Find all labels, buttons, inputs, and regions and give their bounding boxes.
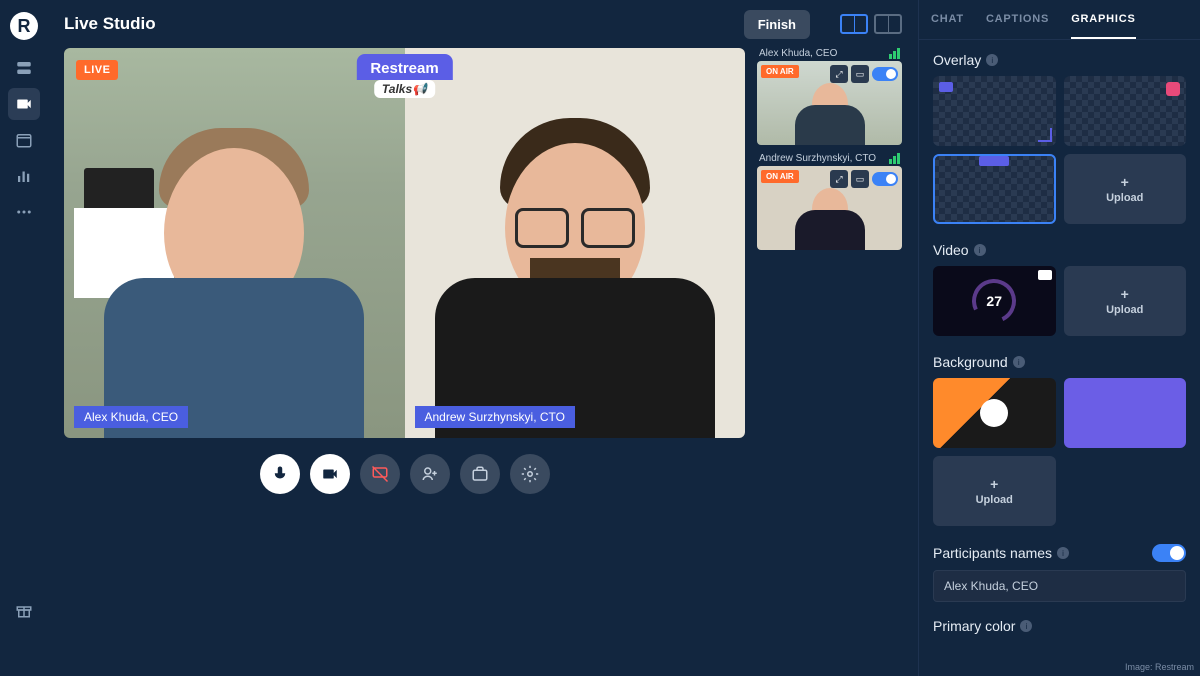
layout-split[interactable] xyxy=(840,14,868,34)
overlay-thumb-2[interactable] xyxy=(1064,76,1187,146)
video-count: 27 xyxy=(986,293,1002,309)
stage: LIVE Restream Talks📢 Alex Khuda, CEO And… xyxy=(64,48,745,438)
info-icon[interactable]: i xyxy=(1020,620,1032,632)
tab-chat[interactable]: CHAT xyxy=(931,0,964,39)
nav-gift[interactable] xyxy=(8,594,40,626)
camera-button[interactable] xyxy=(310,454,350,494)
feed-2: Andrew Surzhynskyi, CTO xyxy=(405,48,746,438)
background-section-title: Backgroundi xyxy=(933,354,1186,370)
expand-icon[interactable]: ⤢ xyxy=(830,170,848,188)
settings-button[interactable] xyxy=(510,454,550,494)
on-air-badge: ON AIR xyxy=(761,65,799,78)
video-upload[interactable]: Upload xyxy=(1064,266,1187,336)
signal-icon xyxy=(889,153,900,164)
page-title: Live Studio xyxy=(64,14,156,34)
nav-servers[interactable] xyxy=(8,52,40,84)
layout-switcher xyxy=(840,14,902,34)
live-badge: LIVE xyxy=(76,60,118,80)
controls-bar xyxy=(64,454,745,494)
video-thumb-1[interactable]: 27 xyxy=(933,266,1056,336)
stage-overlay: Restream Talks📢 xyxy=(356,54,452,98)
feed-2-name: Andrew Surzhynskyi, CTO xyxy=(415,406,576,428)
info-icon[interactable]: i xyxy=(986,54,998,66)
overlay-thumb-3[interactable] xyxy=(933,154,1056,224)
participants-toggle[interactable] xyxy=(1152,544,1186,562)
nav-more[interactable] xyxy=(8,196,40,228)
overlay-upload[interactable]: Upload xyxy=(1064,154,1187,224)
participants-section-title: Participants namesi xyxy=(933,545,1069,561)
expand-icon[interactable]: ⤢ xyxy=(830,65,848,83)
overlay-thumb-1[interactable] xyxy=(933,76,1056,146)
info-icon[interactable]: i xyxy=(974,244,986,256)
guest-toggle[interactable] xyxy=(872,67,898,81)
nav-schedule[interactable] xyxy=(8,124,40,156)
guest-toggle[interactable] xyxy=(872,172,898,186)
add-guest-button[interactable] xyxy=(410,454,450,494)
right-panel: CHAT CAPTIONS GRAPHICS Overlayi Upload V… xyxy=(918,0,1200,676)
guest-column: Alex Khuda, CEO ON AIR ⤢ ▭ xyxy=(757,48,902,664)
video-section-title: Videoi xyxy=(933,242,1186,258)
guest-1-name: Alex Khuda, CEO xyxy=(759,48,837,59)
overlay-subtitle: Talks📢 xyxy=(374,80,435,98)
tab-captions[interactable]: CAPTIONS xyxy=(986,0,1049,39)
nav-studio[interactable] xyxy=(8,88,40,120)
logo: R xyxy=(10,12,38,40)
feed-1: Alex Khuda, CEO xyxy=(64,48,405,438)
finish-button[interactable]: Finish xyxy=(744,10,810,39)
primary-color-section-title: Primary colori xyxy=(933,618,1186,634)
scenes-button[interactable] xyxy=(460,454,500,494)
left-sidebar: R xyxy=(0,0,48,676)
on-air-badge: ON AIR xyxy=(761,170,799,183)
participant-name-input[interactable] xyxy=(933,570,1186,602)
header: Live Studio Finish xyxy=(48,0,918,48)
tabs: CHAT CAPTIONS GRAPHICS xyxy=(919,0,1200,40)
signal-icon xyxy=(889,48,900,59)
background-thumb-1[interactable] xyxy=(933,378,1056,448)
guest-2-tile[interactable]: ON AIR ⤢ ▭ xyxy=(757,166,902,250)
guest-1: Alex Khuda, CEO ON AIR ⤢ ▭ xyxy=(757,48,902,145)
background-thumb-2[interactable] xyxy=(1064,378,1187,448)
guest-2-name: Andrew Surzhynskyi, CTO xyxy=(759,153,876,164)
background-upload[interactable]: Upload xyxy=(933,456,1056,526)
info-icon[interactable]: i xyxy=(1057,547,1069,559)
camera-icon xyxy=(1038,270,1052,280)
nav-analytics[interactable] xyxy=(8,160,40,192)
overlay-title: Restream xyxy=(356,54,452,80)
mic-button[interactable] xyxy=(260,454,300,494)
image-credit: Image: Restream xyxy=(1125,662,1194,672)
pip-icon[interactable]: ▭ xyxy=(851,170,869,188)
guest-1-tile[interactable]: ON AIR ⤢ ▭ xyxy=(757,61,902,145)
main-area: Live Studio Finish LIVE Restream Talks📢 … xyxy=(48,0,918,676)
pip-icon[interactable]: ▭ xyxy=(851,65,869,83)
info-icon[interactable]: i xyxy=(1013,356,1025,368)
screenshare-button[interactable] xyxy=(360,454,400,494)
tab-graphics[interactable]: GRAPHICS xyxy=(1071,0,1135,39)
layout-pip[interactable] xyxy=(874,14,902,34)
guest-2: Andrew Surzhynskyi, CTO ON AIR ⤢ ▭ xyxy=(757,153,902,250)
overlay-section-title: Overlayi xyxy=(933,52,1186,68)
feed-1-name: Alex Khuda, CEO xyxy=(74,406,188,428)
